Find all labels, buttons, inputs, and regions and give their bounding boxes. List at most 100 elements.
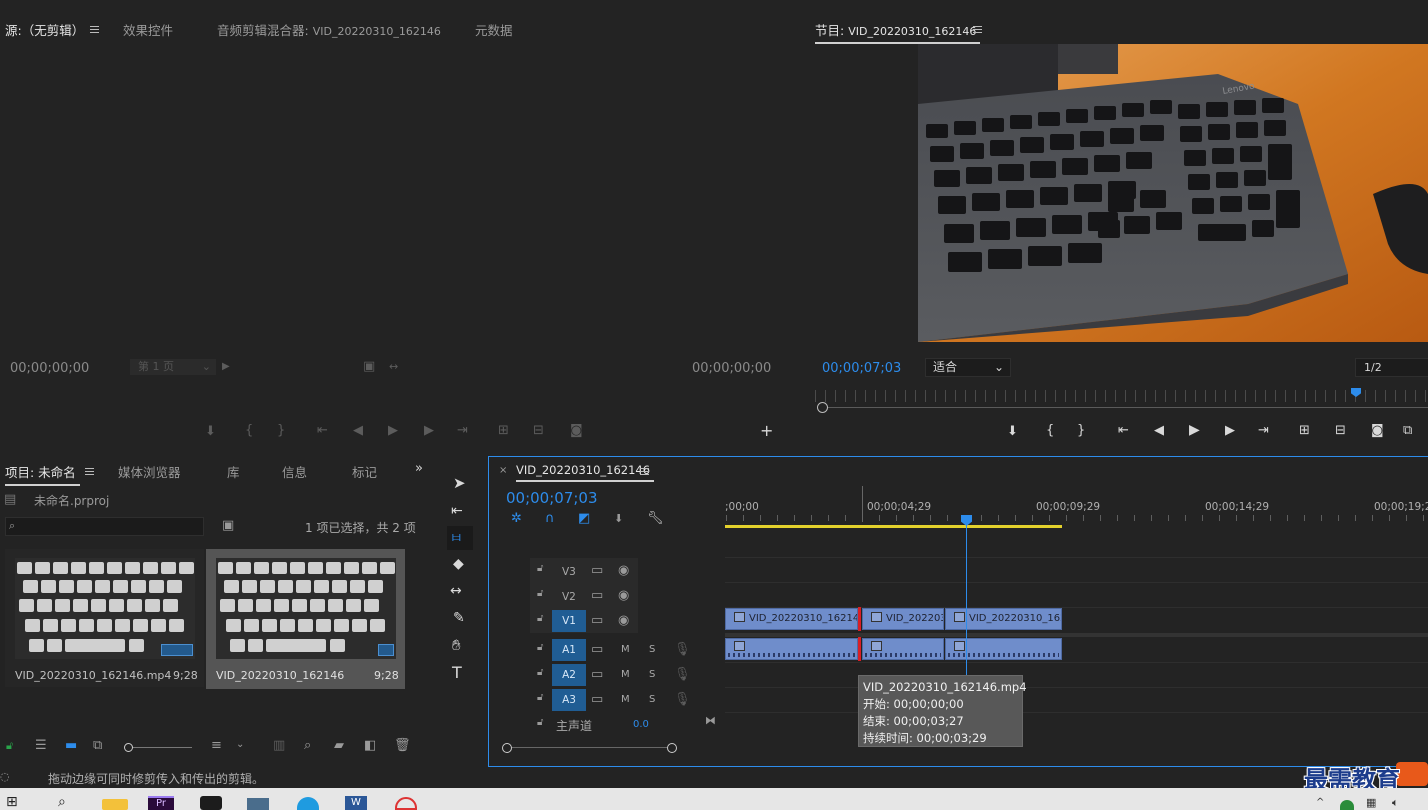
mark-out-icon[interactable]: } [277, 424, 285, 437]
solo-button[interactable]: S [649, 644, 655, 655]
microphone-icon[interactable]: 🎙︎ [674, 668, 691, 681]
resolution-select[interactable]: 1/2 [1355, 358, 1428, 377]
mute-button[interactable]: M [621, 694, 630, 705]
razor-tool-icon[interactable]: ◆ [453, 557, 464, 571]
video-clip-3[interactable]: VID_20220310_1621 [945, 608, 1062, 630]
sync-lock-icon[interactable]: ▭ [591, 643, 603, 656]
menu-icon[interactable] [85, 468, 94, 475]
go-to-edit-point-icon[interactable]: ⧓ [705, 715, 716, 726]
search-input[interactable]: ⌕ [5, 517, 204, 536]
audio-clip-2[interactable] [862, 638, 944, 660]
play-icon[interactable]: ▶ [1189, 423, 1200, 437]
timeline-timecode[interactable]: 00;00;07;03 [506, 489, 598, 507]
overflow-chevron-icon[interactable]: » [415, 462, 423, 475]
edit-point-video[interactable] [858, 607, 861, 631]
tab-sequence[interactable]: VID_20220310_162146 [516, 463, 655, 482]
lock-icon[interactable]: 🔓︎ [537, 564, 543, 574]
video-clip-1[interactable]: VID_20220310_162146. [725, 608, 858, 630]
comparison-view-icon[interactable]: ⧉ [1403, 424, 1412, 437]
step-back-icon[interactable]: ◀ [1154, 424, 1164, 437]
track-target-v1[interactable]: V1 [552, 610, 586, 632]
tab-audio-clip-mixer[interactable]: 音频剪辑混合器: VID_20220310_162146 [217, 20, 441, 39]
type-tool-icon[interactable]: T [452, 665, 462, 681]
hand-tool-icon[interactable]: ✋︎ [452, 638, 461, 653]
lock-icon[interactable]: 🔓︎ [537, 693, 543, 703]
mark-out-icon[interactable]: } [1077, 424, 1085, 437]
list-view-icon[interactable]: ☰ [35, 739, 47, 752]
step-forward-icon[interactable]: ▶ [1225, 424, 1235, 437]
page-select[interactable]: 第 1 页 ⌄ [130, 359, 216, 375]
menu-icon[interactable] [640, 468, 649, 475]
lock-icon[interactable]: 🔓︎ [537, 668, 543, 678]
mute-button[interactable]: M [621, 644, 630, 655]
tab-effect-controls[interactable]: 效果控件 [123, 20, 173, 39]
tab-source[interactable]: 源:（无剪辑） [5, 20, 89, 44]
chevron-down-icon[interactable]: ⌄ [236, 740, 244, 750]
menu-icon[interactable] [90, 26, 99, 33]
menu-icon[interactable] [973, 26, 982, 33]
tray-app-icon[interactable] [1340, 800, 1354, 810]
track-target-a2[interactable]: A2 [552, 664, 586, 686]
mark-in-icon[interactable]: { [1046, 424, 1054, 437]
sync-lock-icon[interactable]: ▭ [591, 614, 603, 627]
edit-point-audio[interactable] [858, 637, 861, 661]
master-track-value[interactable]: 0.0 [633, 719, 649, 730]
play-small-icon[interactable]: ▶ [222, 362, 230, 372]
freeform-view-icon[interactable]: ⧉ [93, 739, 102, 752]
program-mini-ruler[interactable] [815, 390, 1428, 402]
track-select-tool-icon[interactable]: ⇤ [451, 504, 463, 518]
camera-icon[interactable]: ◙ [1371, 424, 1384, 437]
camera-icon[interactable]: ◙ [570, 424, 583, 437]
file-explorer-icon[interactable] [102, 799, 128, 810]
add-button-icon[interactable]: + [760, 423, 773, 439]
timeline-scroll-handle-left[interactable] [502, 743, 512, 753]
track-target-a1[interactable]: A1 [552, 639, 586, 661]
go-to-in-icon[interactable]: ⇤ [1118, 424, 1129, 437]
linked-selection-icon[interactable]: ◩ [578, 512, 590, 525]
audio-clip-1[interactable] [725, 638, 858, 660]
tab-project[interactable]: 项目: 未命名 [5, 462, 80, 486]
close-tab-icon[interactable]: × [499, 466, 507, 476]
microphone-icon[interactable]: 🎙︎ [674, 643, 691, 656]
extract-icon[interactable]: ⊟ [1335, 424, 1346, 437]
lock-icon[interactable]: 🔓︎ [537, 589, 543, 599]
timeline-scroll-handle-right[interactable] [667, 743, 677, 753]
step-back-icon[interactable]: ◀ [353, 424, 363, 437]
wrench-icon[interactable]: 🔧︎ [647, 512, 664, 525]
sync-lock-icon[interactable]: ▭ [591, 564, 603, 577]
timeline-scroll-track[interactable] [507, 747, 672, 748]
sync-lock-icon[interactable]: ▭ [591, 693, 603, 706]
step-forward-icon[interactable]: ▶ [424, 424, 434, 437]
new-bin-from-search-icon[interactable]: ▣ [222, 519, 234, 532]
marker-icon[interactable]: ⬇ [205, 425, 216, 438]
program-timecode[interactable]: 00;00;07;03 [822, 361, 901, 376]
premiere-pro-icon[interactable]: Pr [148, 796, 174, 810]
lock-icon[interactable]: 🔓︎ [537, 614, 543, 624]
work-area-bar[interactable] [725, 525, 1062, 528]
source-timecode-left[interactable]: 00;00;00;00 [10, 361, 89, 376]
audio-clip-3[interactable] [945, 638, 1062, 660]
program-zoom-handle[interactable] [817, 402, 828, 413]
play-icon[interactable]: ▶ [388, 424, 398, 437]
track-target-a3[interactable]: A3 [552, 689, 586, 711]
zoom-slider[interactable] [128, 747, 192, 748]
volume-icon[interactable]: 🔈︎ [1392, 797, 1399, 808]
lock-icon[interactable]: 🔓︎ [537, 718, 543, 728]
insert-icon[interactable]: ↔ [389, 361, 398, 372]
overwrite-icon[interactable]: ⊟ [533, 424, 544, 437]
search-icon[interactable]: ⌕ [58, 795, 66, 809]
video-clip-2[interactable]: VID_202203 [862, 608, 944, 630]
video-audio-separator[interactable] [725, 633, 1428, 637]
new-bin-icon[interactable]: ▰ [334, 739, 344, 752]
marker-icon[interactable]: ⬇ [1007, 425, 1018, 438]
program-zoom-track[interactable] [817, 407, 1428, 408]
new-item-icon[interactable]: ◧ [364, 739, 376, 752]
mark-in-icon[interactable]: { [245, 424, 253, 437]
go-to-out-icon[interactable]: ⇥ [457, 424, 468, 437]
network-icon[interactable]: ▦ [1366, 797, 1376, 808]
lock-icon[interactable]: 🔓︎ [6, 740, 13, 751]
trash-icon[interactable]: 🗑︎ [394, 739, 411, 752]
tab-markers[interactable]: 标记 [352, 462, 377, 481]
project-item-sequence[interactable]: VID_20220310_162146 9;28 [206, 549, 405, 689]
add-marker-icon[interactable]: ⬇ [614, 513, 623, 524]
